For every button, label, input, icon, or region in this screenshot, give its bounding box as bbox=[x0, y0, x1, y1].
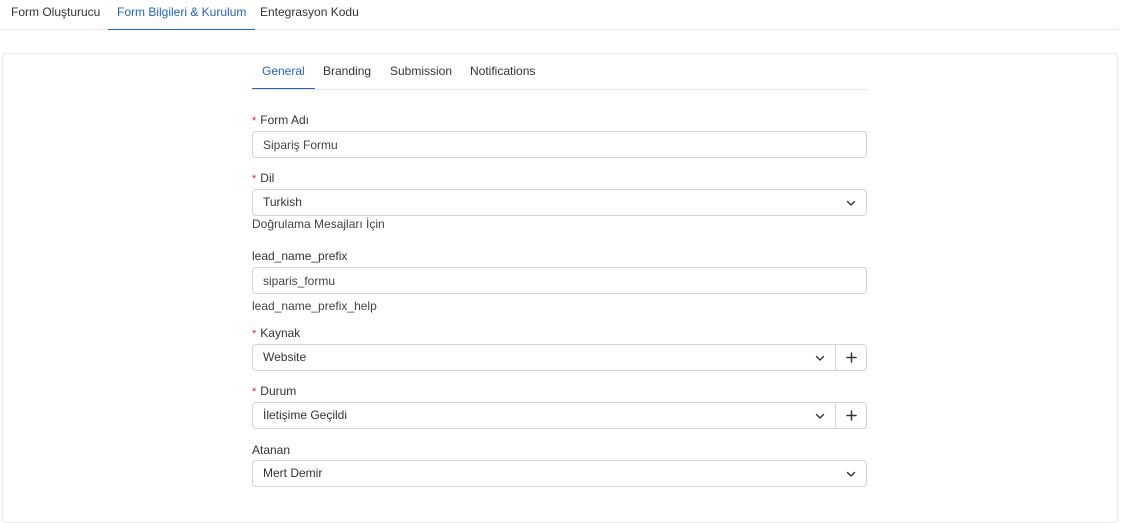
form-name-input[interactable] bbox=[252, 131, 867, 158]
top-tab-bar: Form Oluşturucu Form Bilgileri & Kurulum… bbox=[0, 0, 1119, 30]
chevron-down-icon bbox=[846, 200, 856, 206]
tab-form-builder[interactable]: Form Oluşturucu bbox=[11, 0, 100, 30]
assignee-select-value: Mert Demir bbox=[263, 466, 323, 480]
plus-icon bbox=[845, 352, 857, 363]
form-name-label: * Form Adı bbox=[252, 113, 309, 127]
tab-general[interactable]: General bbox=[252, 55, 315, 89]
required-mark: * bbox=[252, 328, 257, 340]
source-select-value: Website bbox=[263, 350, 307, 364]
lead-prefix-help-text: lead_name_prefix_help bbox=[252, 299, 377, 313]
chevron-down-icon bbox=[815, 413, 825, 419]
language-help-text: Doğrulama Mesajları İçin bbox=[252, 217, 385, 231]
source-select[interactable]: Website bbox=[252, 344, 836, 371]
chevron-down-icon bbox=[815, 355, 825, 361]
required-mark: * bbox=[252, 173, 257, 185]
status-label-text: Durum bbox=[260, 384, 297, 398]
language-label: * Dil bbox=[252, 171, 274, 185]
status-select[interactable]: İletişime Geçildi bbox=[252, 402, 836, 429]
tab-notifications[interactable]: Notifications bbox=[470, 55, 535, 89]
lead-prefix-label: lead_name_prefix bbox=[252, 249, 348, 263]
add-source-button[interactable] bbox=[835, 344, 867, 371]
tab-branding[interactable]: Branding bbox=[323, 55, 371, 89]
source-label-text: Kaynak bbox=[260, 326, 301, 340]
required-mark: * bbox=[252, 115, 257, 127]
source-label: * Kaynak bbox=[252, 326, 300, 340]
chevron-down-icon bbox=[846, 471, 856, 477]
tab-form-info-setup[interactable]: Form Bilgileri & Kurulum bbox=[108, 0, 256, 30]
assignee-label: Atanan bbox=[252, 443, 291, 457]
language-select[interactable]: Turkish bbox=[252, 189, 867, 216]
form-name-label-text: Form Adı bbox=[260, 113, 309, 127]
lead-prefix-input[interactable] bbox=[252, 267, 867, 294]
tab-integration-code[interactable]: Entegrasyon Kodu bbox=[260, 0, 359, 30]
add-status-button[interactable] bbox=[835, 402, 867, 429]
status-select-value: İletişime Geçildi bbox=[263, 408, 348, 422]
language-select-value: Turkish bbox=[263, 195, 302, 209]
plus-icon bbox=[845, 410, 857, 421]
required-mark: * bbox=[252, 386, 257, 398]
status-label: * Durum bbox=[252, 384, 296, 398]
tab-submission[interactable]: Submission bbox=[390, 55, 452, 89]
language-label-text: Dil bbox=[260, 171, 275, 185]
assignee-select[interactable]: Mert Demir bbox=[252, 460, 867, 487]
inner-tab-bar: General Branding Submission Notification… bbox=[252, 55, 867, 90]
